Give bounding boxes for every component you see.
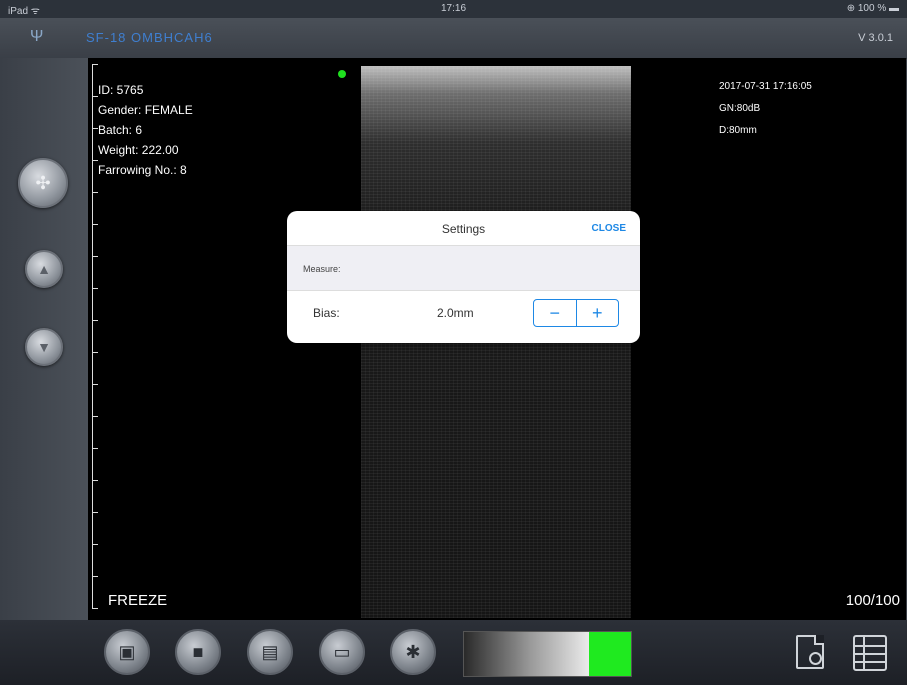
app-header: Ψ SF-18 OMBHCAH6 V 3.0.1 <box>0 18 907 59</box>
bias-value: 2.0mm <box>437 306 474 320</box>
bias-stepper[interactable]: − + <box>533 299 619 327</box>
ruler-tick <box>93 512 98 513</box>
clock: 17:16 <box>440 3 467 14</box>
ruler-tick <box>93 544 98 545</box>
bias-label: Bias: <box>313 306 340 320</box>
device-name: SF-18 OMBHCAH6 <box>86 30 213 45</box>
ruler-tick <box>93 192 98 193</box>
ruler-tick <box>93 224 98 225</box>
probe-icon: Ψ <box>30 28 44 45</box>
bias-increase-button[interactable]: + <box>577 300 619 326</box>
move-down-button[interactable]: ▼ <box>25 328 63 366</box>
arrow-up-icon: ▲ <box>37 261 51 277</box>
scan-depth: D:80mm <box>719 125 757 136</box>
frame-counter: 100/100 <box>845 592 900 609</box>
gear-icon: ✱ <box>405 641 421 662</box>
ruler-tick <box>93 480 98 481</box>
left-control-panel: ✣ ▲ ▼ <box>0 58 88 620</box>
measure-button[interactable]: ▭ <box>319 629 365 675</box>
patient-info: ID: 5765 Gender: FEMALE Batch: 6 Weight:… <box>98 80 193 180</box>
scan-datetime: 2017-07-31 17:16:05 <box>719 81 812 92</box>
close-button[interactable]: CLOSE <box>592 223 626 234</box>
bias-decrease-button[interactable]: − <box>534 300 577 326</box>
patient-batch: Batch: 6 <box>98 123 143 137</box>
dialog-title: Settings <box>441 222 486 236</box>
gain-slider[interactable] <box>463 631 632 677</box>
ruler-tick <box>93 384 98 385</box>
ruler-tick <box>93 416 98 417</box>
save-button[interactable]: ▤ <box>247 629 293 675</box>
system-status-bar: iPad ᯤ 17:16 ⊕ 100 % ▬ <box>0 0 907 18</box>
image-icon: ▣ <box>118 641 136 662</box>
file-search-icon <box>796 635 824 669</box>
ruler-tick <box>93 608 98 609</box>
bottom-toolbar: ▣ ■ ▤ ▭ ✱ <box>0 620 907 685</box>
live-indicator <box>338 70 346 78</box>
app-version: V 3.0.1 <box>858 32 893 44</box>
video-button[interactable]: ■ <box>175 629 221 675</box>
ruler-tick <box>93 448 98 449</box>
ruler-tick <box>93 352 98 353</box>
move-up-button[interactable]: ▲ <box>25 250 63 288</box>
ruler-tick <box>93 64 98 65</box>
list-view-button[interactable] <box>853 635 887 671</box>
settings-dialog: Settings CLOSE Measure: Bias: 2.0mm − + <box>287 211 640 343</box>
gain-slider-fill <box>589 632 631 676</box>
joystick-icon: ✣ <box>35 172 51 193</box>
patient-farrowing: Farrowing No.: 8 <box>98 163 187 177</box>
ruler-tick <box>93 288 98 289</box>
measure-section-header: Measure: <box>287 245 640 291</box>
patient-weight: Weight: 222.00 <box>98 143 179 157</box>
ruler-tick <box>93 576 98 577</box>
scan-info: 2017-07-31 17:16:05 GN:80dB D:80mm <box>719 76 812 142</box>
patient-gender: Gender: FEMALE <box>98 103 193 117</box>
battery-indicator: ⊕ 100 % ▬ <box>846 3 899 14</box>
scan-gain: GN:80dB <box>719 103 761 114</box>
ruler-icon: ▭ <box>333 641 351 662</box>
settings-button[interactable]: ✱ <box>390 629 436 675</box>
arrow-down-icon: ▼ <box>37 339 51 355</box>
patient-id: ID: 5765 <box>98 83 144 97</box>
ruler-tick <box>93 320 98 321</box>
measure-section-label: Measure: <box>303 264 341 274</box>
video-icon: ■ <box>192 641 204 662</box>
ruler-tick <box>93 256 98 257</box>
joystick-button[interactable]: ✣ <box>18 158 68 208</box>
freeze-status: FREEZE <box>108 592 168 609</box>
magnifier-icon <box>809 652 822 665</box>
image-button[interactable]: ▣ <box>104 629 150 675</box>
save-icon: ▤ <box>261 641 279 662</box>
